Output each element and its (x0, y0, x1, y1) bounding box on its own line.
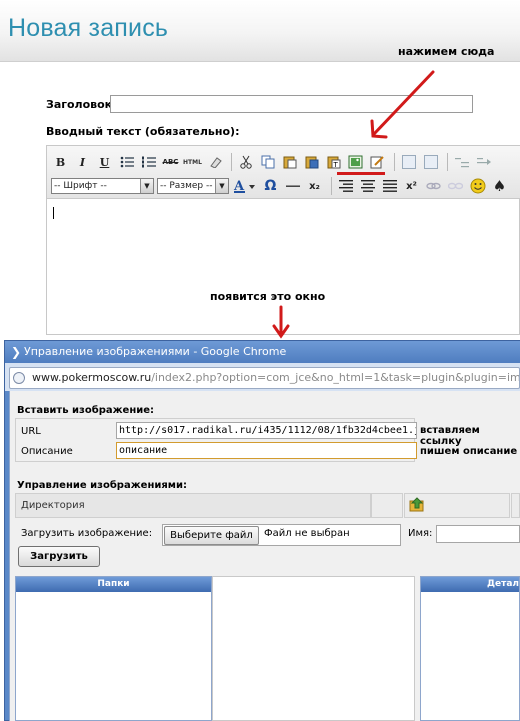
horizontal-rule-icon[interactable] (283, 177, 302, 196)
toolbar-separator (447, 153, 448, 171)
page-title: Новая запись (8, 14, 169, 42)
toolbar-separator (231, 153, 232, 171)
table-row-icon[interactable] (421, 153, 440, 172)
font-family-select-value: -- Шрифт -- (54, 181, 107, 191)
eraser-icon[interactable] (205, 153, 224, 172)
special-character-button[interactable]: Ω (261, 177, 280, 196)
toolbar-separator (331, 177, 332, 195)
chrome-logo-icon: ❯ (11, 345, 22, 359)
link-icon[interactable] (424, 177, 443, 196)
intro-text-label: Вводный текст (обязательно): (46, 125, 240, 138)
description-label: Описание (21, 446, 73, 457)
text-color-icon[interactable]: A (232, 177, 258, 196)
html-button[interactable]: HTML (183, 153, 202, 172)
details-pane-header: Детал (421, 577, 519, 592)
paste-word-icon[interactable] (302, 153, 321, 172)
chevron-down-icon: ▼ (215, 179, 228, 193)
description-input[interactable]: описание (116, 442, 417, 459)
folders-pane-header: Папки (16, 577, 211, 592)
annotation-paste-link: вставляем ссылку (420, 425, 480, 447)
toolbar-separator (394, 153, 395, 171)
upload-image-label: Загрузить изображение: (21, 528, 153, 539)
insert-image-heading: Вставить изображение: (17, 405, 155, 416)
url-input[interactable]: http://s017.radikal.ru/i435/1112/08/1fb3… (116, 422, 417, 439)
insert-image-icon[interactable] (346, 153, 365, 172)
directory-cell (371, 493, 403, 518)
bullet-list-icon[interactable] (117, 153, 136, 172)
chevron-down-icon: ▼ (140, 179, 153, 193)
choose-file-button[interactable]: Выберите файл (164, 526, 259, 545)
details-pane[interactable]: Детал (420, 576, 520, 721)
numbered-list-icon[interactable] (139, 153, 158, 172)
smiley-icon[interactable] (468, 177, 487, 196)
text-cursor (53, 207, 54, 219)
annotation-underline (337, 172, 385, 175)
table-icon[interactable] (399, 153, 418, 172)
toolbar-row-1: B I U ABC HTML T (51, 151, 496, 173)
annotation-window-appears: появится это окно (210, 290, 326, 303)
font-family-select[interactable]: -- Шрифт -- ▼ (51, 178, 154, 194)
files-pane[interactable] (212, 576, 415, 721)
svg-text:T: T (332, 161, 338, 169)
copy-icon[interactable] (258, 153, 277, 172)
folders-pane[interactable]: Папки (15, 576, 212, 721)
indent-right-icon[interactable] (474, 153, 493, 172)
editor-toolbar: B I U ABC HTML T -- Шрифт -- ▼ -- Размер… (47, 146, 520, 199)
page-globe-icon (13, 372, 25, 384)
indent-left-icon[interactable] (452, 153, 471, 172)
url-label: URL (21, 426, 41, 437)
paste-icon[interactable] (280, 153, 299, 172)
window-title: Управление изображениями - Google Chrome (24, 345, 287, 358)
annotation-click-here: нажимем сюда (398, 45, 495, 58)
title-input[interactable] (110, 95, 473, 113)
align-justify-icon[interactable] (380, 177, 399, 196)
manage-images-heading: Управление изображениями: (17, 480, 187, 491)
url-host: www.pokermoscow.ru (32, 371, 152, 384)
bold-button[interactable]: B (51, 153, 70, 172)
spade-icon[interactable]: ♠ (490, 177, 509, 196)
directory-cell (511, 493, 520, 518)
font-size-select[interactable]: -- Размер -- ▼ (157, 178, 229, 194)
file-status-text: Файл не выбран (264, 528, 350, 539)
folder-up-icon[interactable] (409, 497, 425, 513)
strikethrough-button[interactable]: ABC (161, 153, 180, 172)
align-center-icon[interactable] (358, 177, 377, 196)
directory-label: Директория (21, 500, 85, 511)
paste-text-icon[interactable]: T (324, 153, 343, 172)
italic-button[interactable]: I (73, 153, 92, 172)
name-input[interactable] (436, 525, 520, 543)
toolbar-row-2: -- Шрифт -- ▼ -- Размер -- ▼ A Ω x₂ x² ♠ (51, 175, 512, 197)
align-right-icon[interactable] (336, 177, 355, 196)
upload-button[interactable]: Загрузить (18, 546, 100, 567)
cut-icon[interactable] (236, 153, 255, 172)
chrome-titlebar[interactable]: ❯ Управление изображениями - Google Chro… (5, 341, 520, 363)
font-size-select-value: -- Размер -- (160, 181, 213, 191)
underline-button[interactable]: U (95, 153, 114, 172)
edit-image-icon[interactable] (368, 153, 387, 172)
name-label: Имя: (408, 528, 433, 539)
title-label: Заголовок: (46, 98, 117, 111)
address-bar[interactable]: www.pokermoscow.ru/index2.php?option=com… (9, 367, 520, 389)
superscript-button[interactable]: x² (402, 177, 421, 196)
url-path: /index2.php?option=com_jce&no_html=1&tas… (151, 371, 520, 384)
annotation-write-description: пишем описание (420, 446, 518, 457)
unlink-icon[interactable] (446, 177, 465, 196)
subscript-button[interactable]: x₂ (305, 177, 324, 196)
